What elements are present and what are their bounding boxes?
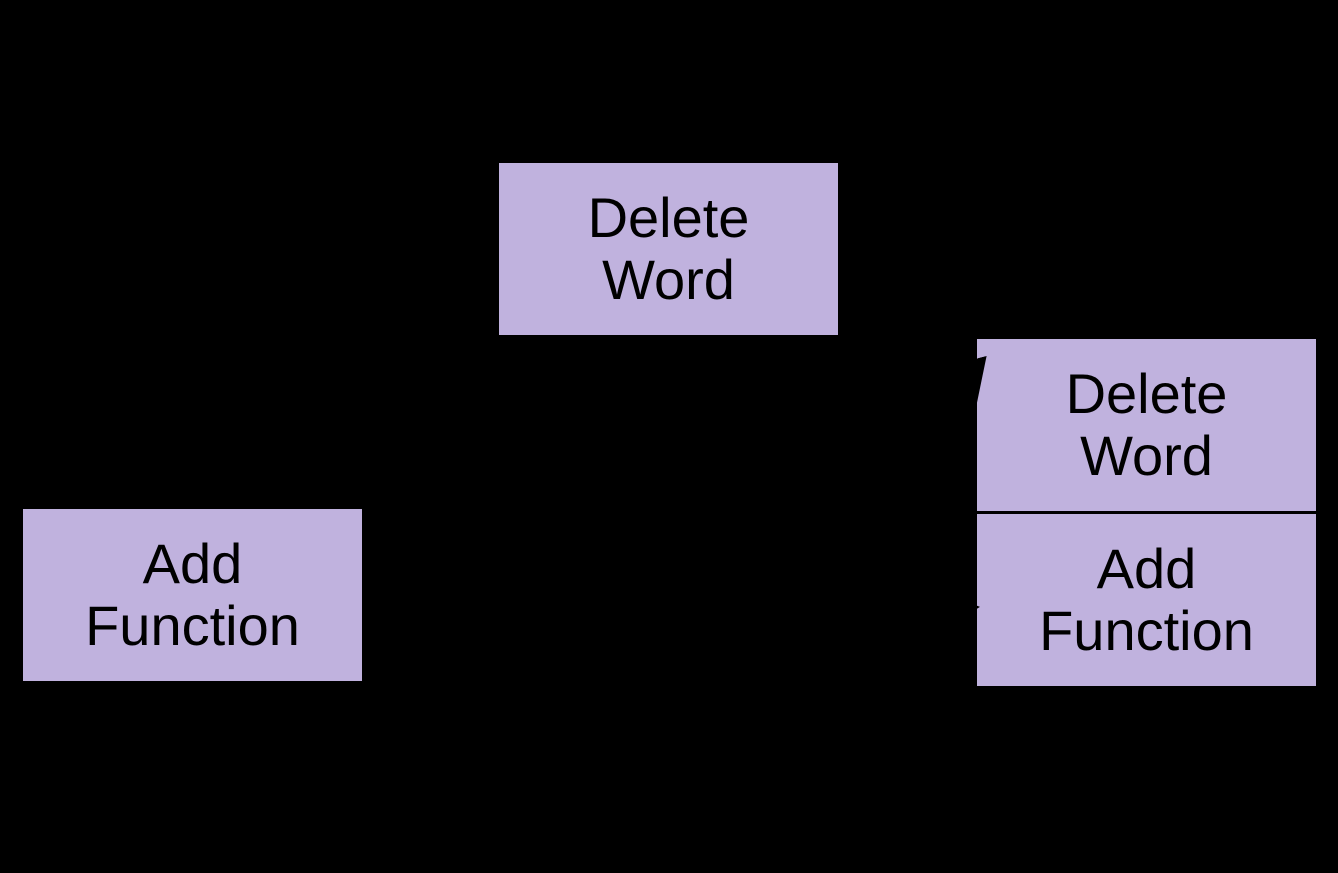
merged-file-text: Merged File: [1062, 730, 1238, 848]
merged-file-label: Merged File: [1050, 730, 1250, 850]
diagram-canvas: File B File A Delete Word Add Function D…: [0, 0, 1338, 873]
